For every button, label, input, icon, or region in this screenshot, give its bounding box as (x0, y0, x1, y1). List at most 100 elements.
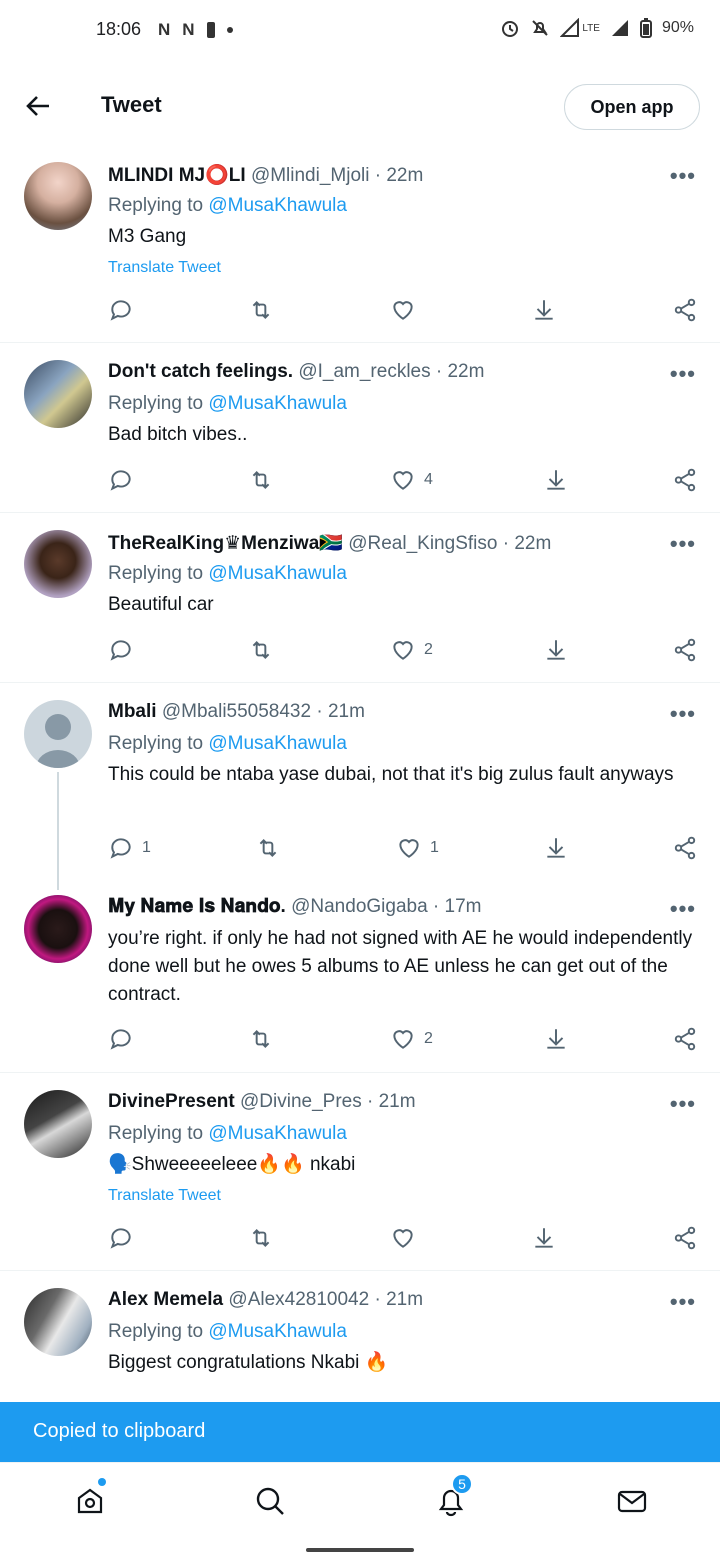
like-button[interactable] (390, 297, 424, 323)
more-options-button[interactable]: ••• (670, 163, 696, 189)
share-icon (674, 638, 696, 662)
avatar[interactable] (24, 1090, 92, 1158)
reply-target-link[interactable]: @MusaKhawula (208, 393, 347, 414)
more-options-button[interactable]: ••• (670, 701, 696, 727)
user-name[interactable]: Alex Memela (108, 1289, 223, 1310)
tweet-header: MLINDI MJ⭕LI @Mlindi_Mjoli · 22m (108, 163, 423, 187)
replying-to-label: Replying to (108, 1123, 204, 1144)
tweet-text: Biggest congratulations Nkabi 🔥 (108, 1352, 389, 1373)
tweet-header: DivinePresent @Divine_Pres · 21m (108, 1091, 416, 1113)
retweet-icon (252, 301, 270, 319)
reply-button[interactable]: 1 (108, 835, 151, 861)
heart-icon (393, 471, 413, 490)
tweet-item[interactable]: Alex Memela @Alex42810042 · 21m ••• Repl… (0, 1271, 720, 1402)
retweet-button[interactable] (255, 835, 289, 861)
retweet-button[interactable] (248, 1225, 282, 1251)
replying-to: Replying to @MusaKhawula (108, 563, 347, 585)
like-button[interactable]: 2 (390, 1026, 433, 1052)
replying-to-label: Replying to (108, 563, 204, 584)
nav-messages[interactable] (612, 1481, 652, 1521)
more-options-button[interactable]: ••• (670, 531, 696, 557)
share-button[interactable] (672, 467, 698, 493)
avatar[interactable] (24, 162, 92, 230)
nav-notifications[interactable]: 5 (431, 1473, 473, 1521)
reply-target-link[interactable]: @MusaKhawula (208, 563, 347, 584)
user-name[interactable]: MLINDI MJ⭕LI (108, 165, 246, 186)
user-name[interactable]: 𝐌𝐲 𝐍𝐚𝐦𝐞 𝐈𝐬 𝐍𝐚𝐧𝐝𝐨. (108, 896, 286, 917)
open-app-button[interactable]: Open app (564, 84, 700, 130)
reply-button[interactable] (108, 297, 142, 323)
tweet-actions: 1 1 (108, 835, 698, 865)
share-button[interactable] (672, 835, 698, 861)
more-options-button[interactable]: ••• (670, 896, 696, 922)
avatar[interactable] (24, 1288, 92, 1356)
retweet-button[interactable] (248, 467, 282, 493)
more-options-button[interactable]: ••• (670, 361, 696, 387)
network-type: LTE (582, 22, 600, 34)
user-name[interactable]: TheRealKing♛Menziwa🇿🇦 (108, 533, 343, 554)
download-icon (535, 300, 553, 320)
share-button[interactable] (672, 1026, 698, 1052)
download-button[interactable] (543, 835, 569, 861)
reply-icon (110, 640, 131, 661)
share-icon (674, 1027, 696, 1051)
download-icon (547, 1029, 565, 1049)
translate-tweet-link[interactable]: Translate Tweet (108, 1187, 221, 1205)
download-icon (547, 470, 565, 490)
tweet-text: This could be ntaba yase dubai, not that… (108, 764, 674, 785)
nav-home[interactable] (70, 1478, 110, 1521)
heart-icon (393, 301, 413, 320)
user-name[interactable]: DivinePresent (108, 1091, 235, 1112)
download-icon (547, 640, 565, 660)
home-icon (77, 1488, 103, 1514)
reply-target-link[interactable]: @MusaKhawula (208, 1321, 347, 1342)
reply-target-link[interactable]: @MusaKhawula (208, 1123, 347, 1144)
user-name[interactable]: Mbali (108, 701, 157, 722)
mute-icon (532, 20, 549, 36)
translate-tweet-link[interactable]: Translate Tweet (108, 259, 221, 277)
download-button[interactable] (543, 637, 569, 663)
tweet-item[interactable]: DivinePresent @Divine_Pres · 21m ••• Rep… (0, 1073, 720, 1271)
tweet-actions: 2 (108, 637, 698, 667)
tweet-item[interactable]: Mbali @Mbali55058432 · 21m ••• Replying … (0, 683, 720, 878)
reply-target-link[interactable]: @MusaKhawula (208, 195, 347, 216)
retweet-button[interactable] (248, 1026, 282, 1052)
new-content-dot (98, 1478, 106, 1486)
share-icon (674, 1226, 696, 1250)
download-button[interactable] (543, 1026, 569, 1052)
tweet-item[interactable]: Don't catch feelings. @I_am_reckles · 22… (0, 343, 720, 513)
download-button[interactable] (531, 1225, 557, 1251)
like-button[interactable] (390, 1225, 424, 1251)
share-button[interactable] (672, 637, 698, 663)
top-header: Tweet Open app (0, 70, 720, 144)
tweet-item[interactable]: MLINDI MJ⭕LI @Mlindi_Mjoli · 22m ••• Rep… (0, 145, 720, 343)
avatar[interactable] (24, 895, 92, 963)
reply-button[interactable] (108, 1026, 142, 1052)
like-button[interactable]: 2 (390, 637, 433, 663)
share-button[interactable] (672, 1225, 698, 1251)
download-button[interactable] (531, 297, 557, 323)
more-options-button[interactable]: ••• (670, 1289, 696, 1315)
retweet-button[interactable] (248, 637, 282, 663)
heart-icon (399, 839, 419, 858)
battery-icon (639, 18, 652, 38)
avatar[interactable] (24, 360, 92, 428)
download-button[interactable] (543, 467, 569, 493)
tweet-item[interactable]: TheRealKing♛Menziwa🇿🇦 @Real_KingSfiso · … (0, 513, 720, 683)
more-options-button[interactable]: ••• (670, 1091, 696, 1117)
reply-target-link[interactable]: @MusaKhawula (208, 733, 347, 754)
user-name[interactable]: Don't catch feelings. (108, 361, 293, 382)
nav-search[interactable] (250, 1481, 290, 1521)
reply-button[interactable] (108, 637, 142, 663)
reply-button[interactable] (108, 467, 142, 493)
share-button[interactable] (672, 297, 698, 323)
retweet-button[interactable] (248, 297, 282, 323)
like-button[interactable]: 1 (396, 835, 439, 861)
avatar-default[interactable] (24, 700, 92, 768)
tweet-item[interactable]: 𝐌𝐲 𝐍𝐚𝐦𝐞 𝐈𝐬 𝐍𝐚𝐧𝐝𝐨. @NandoGigaba · 17m •••… (0, 878, 720, 1073)
back-button[interactable] (20, 88, 56, 124)
user-handle-time: @Mbali55058432 · 21m (161, 701, 365, 722)
avatar[interactable] (24, 530, 92, 598)
like-button[interactable]: 4 (390, 467, 433, 493)
reply-button[interactable] (108, 1225, 142, 1251)
